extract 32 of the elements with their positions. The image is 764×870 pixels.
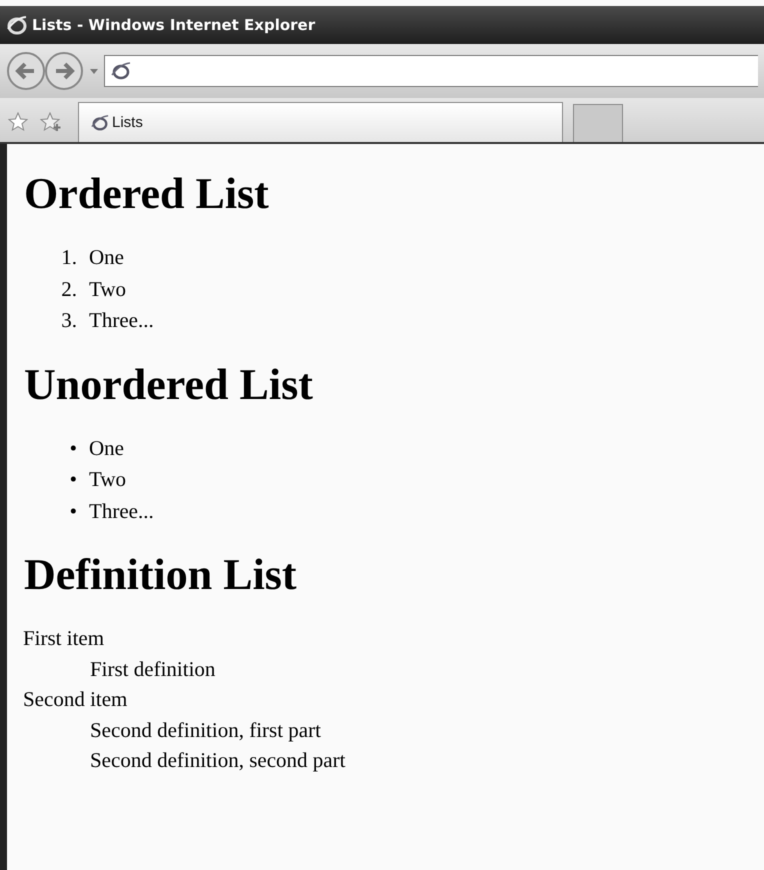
list-item-text: Two	[89, 466, 126, 493]
browser-tab[interactable]: Lists	[78, 102, 563, 142]
favorites-star-icon[interactable]	[8, 112, 28, 132]
section-heading: Definition List	[24, 549, 298, 601]
section-heading: Unordered List	[24, 358, 314, 410]
definition-text: Second definition, second part	[90, 748, 346, 772]
dropdown-arrow-icon[interactable]	[90, 68, 98, 74]
bullet-icon: •	[24, 432, 89, 464]
page-icon	[111, 61, 131, 81]
window-title: Lists - Windows Internet Explorer	[32, 16, 316, 34]
address-bar[interactable]	[104, 55, 758, 87]
list-item-text: Three...	[89, 307, 154, 334]
list-item-text: Three...	[89, 498, 154, 524]
item-number: 1.	[60, 244, 78, 271]
list-item-text: Two	[89, 276, 126, 302]
definition-text: Second definition, first part	[90, 718, 321, 742]
definition-text: First definition	[90, 656, 216, 680]
section-heading: Ordered List	[24, 168, 270, 220]
bullet-icon: •	[24, 496, 89, 527]
back-button[interactable]	[6, 51, 46, 91]
list-item-text: One	[89, 434, 124, 462]
item-number: 2.	[60, 276, 78, 302]
browser-logo-icon	[6, 14, 28, 36]
forward-button[interactable]	[44, 51, 84, 91]
definition-term: Second item	[23, 687, 128, 711]
definition-term: First item	[23, 626, 104, 650]
page-icon	[91, 114, 109, 132]
bullet-icon: •	[24, 464, 89, 496]
add-favorite-star-icon[interactable]	[40, 112, 62, 132]
item-number: 3.	[60, 307, 78, 334]
list-item-text: One	[89, 244, 124, 271]
new-tab-button[interactable]	[573, 104, 623, 142]
